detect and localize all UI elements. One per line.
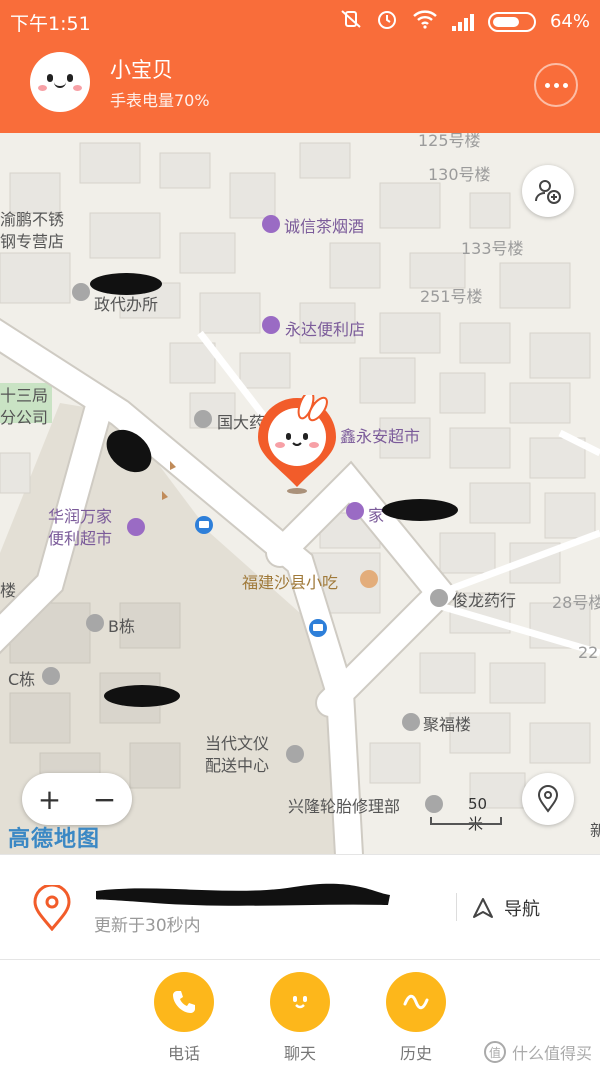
address-redacted	[94, 877, 394, 911]
shop-icon	[262, 215, 280, 233]
office-icon	[286, 745, 304, 763]
map-label: 十三局 分公司	[0, 386, 49, 427]
map-label: 福建沙县小吃	[242, 573, 339, 592]
more-options-button[interactable]	[534, 63, 578, 107]
history-label: 历史	[399, 1044, 432, 1063]
person-add-icon	[535, 180, 561, 204]
navigate-label: 导航	[504, 899, 540, 920]
locate-button[interactable]	[522, 773, 574, 825]
history-action[interactable]: 历史	[386, 972, 446, 1064]
map-label: 28号楼	[552, 593, 600, 612]
wrench-icon	[425, 795, 443, 813]
chat-face-icon	[293, 996, 307, 1009]
pharmacy-icon	[430, 589, 448, 607]
map-label: 家	[368, 506, 385, 525]
watermark-icon: 值	[483, 1041, 506, 1063]
building-icon	[42, 667, 60, 685]
location-pin-icon	[32, 883, 72, 935]
status-time: 下午1:51	[10, 13, 91, 35]
status-icons: 64%	[340, 8, 590, 35]
chat-action[interactable]: 聊天	[270, 972, 330, 1064]
location-updated-text: 更新于30秒内	[94, 916, 201, 936]
call-action[interactable]: 电话	[154, 972, 214, 1064]
map-view[interactable]: 125号楼 130号楼 渝鹏不锈 钢专营店 诚信茶烟酒 133号楼 251号楼 …	[0, 133, 600, 854]
restaurant-icon	[360, 570, 378, 588]
header-bar: 下午1:51 64% 小宝贝 手表电量70%	[0, 0, 600, 133]
call-label: 电话	[167, 1044, 200, 1063]
pharmacy-icon	[194, 410, 212, 428]
zoom-control: + −	[22, 773, 132, 825]
call-button[interactable]	[154, 972, 214, 1032]
map-label: 永达便利店	[285, 320, 366, 339]
battery-percent: 64%	[549, 11, 590, 32]
map-label: 125号楼	[418, 133, 481, 150]
map-label: 渝鹏不锈 钢专营店	[0, 210, 65, 251]
battery-icon	[487, 11, 536, 32]
chat-button[interactable]	[270, 972, 330, 1032]
map-label: 鑫永安超市	[340, 427, 421, 446]
child-location-marker[interactable]	[256, 390, 342, 495]
navigate-arrow-icon	[473, 898, 493, 918]
zoom-out-button[interactable]: −	[77, 773, 132, 825]
map-label: 俊龙药行	[452, 591, 517, 610]
map-label: 聚福楼	[423, 715, 472, 734]
building-icon	[402, 713, 420, 731]
child-avatar[interactable]	[30, 52, 90, 112]
redaction-mark	[90, 273, 162, 295]
shop-icon	[127, 518, 145, 536]
redaction-mark	[382, 499, 458, 521]
map-label: 22	[578, 643, 599, 662]
status-bar: 下午1:51 64%	[0, 0, 600, 42]
watermark-text: 什么值得买	[511, 1044, 592, 1063]
add-guardian-button[interactable]	[522, 165, 574, 217]
map-label: 新	[590, 821, 600, 840]
history-button[interactable]	[386, 972, 446, 1032]
shop-icon	[262, 316, 280, 334]
map-label: 当代文仪 配送中心	[205, 734, 270, 775]
signal-icon	[451, 13, 474, 31]
amap-logo: 高德地图	[8, 827, 101, 852]
map-label: 诚信茶烟酒	[284, 217, 365, 236]
shop-icon	[346, 502, 364, 520]
map-label: 楼	[0, 581, 17, 600]
map-label: B栋	[108, 617, 135, 636]
app-root: 下午1:51 64% 小宝贝 手表电量70% 125号楼 130号楼 渝鹏不锈 …	[0, 0, 600, 1067]
map-label: 130号楼	[428, 165, 491, 184]
child-name: 小宝贝	[110, 58, 173, 82]
map-label: 133号楼	[461, 239, 524, 258]
location-panel[interactable]: 更新于30秒内 导航	[0, 854, 600, 960]
map-label: 华润万家 便利超市	[48, 507, 113, 548]
alarm-icon	[376, 8, 398, 35]
navigate-button[interactable]: 导航	[472, 895, 540, 921]
location-pin-icon	[537, 785, 559, 813]
building-icon	[86, 614, 104, 632]
redaction-mark	[104, 685, 180, 707]
scale-label: 50米	[468, 795, 488, 833]
chat-label: 聊天	[283, 1044, 316, 1063]
map-label: 兴隆轮胎修理部	[288, 797, 401, 816]
history-path-icon	[403, 994, 429, 1010]
watermark: 值 什么值得买	[483, 1040, 592, 1064]
phone-icon	[173, 991, 195, 1013]
zoom-in-button[interactable]: +	[22, 773, 77, 825]
watch-battery-status: 手表电量70%	[110, 91, 210, 110]
map-label: C栋	[8, 670, 36, 689]
map-label: 251号楼	[420, 287, 483, 306]
post-icon	[72, 283, 90, 301]
action-bar: 电话 聊天 历史 值 什么值得买	[0, 960, 600, 1067]
wifi-icon	[412, 9, 438, 34]
mute-icon	[340, 9, 362, 34]
